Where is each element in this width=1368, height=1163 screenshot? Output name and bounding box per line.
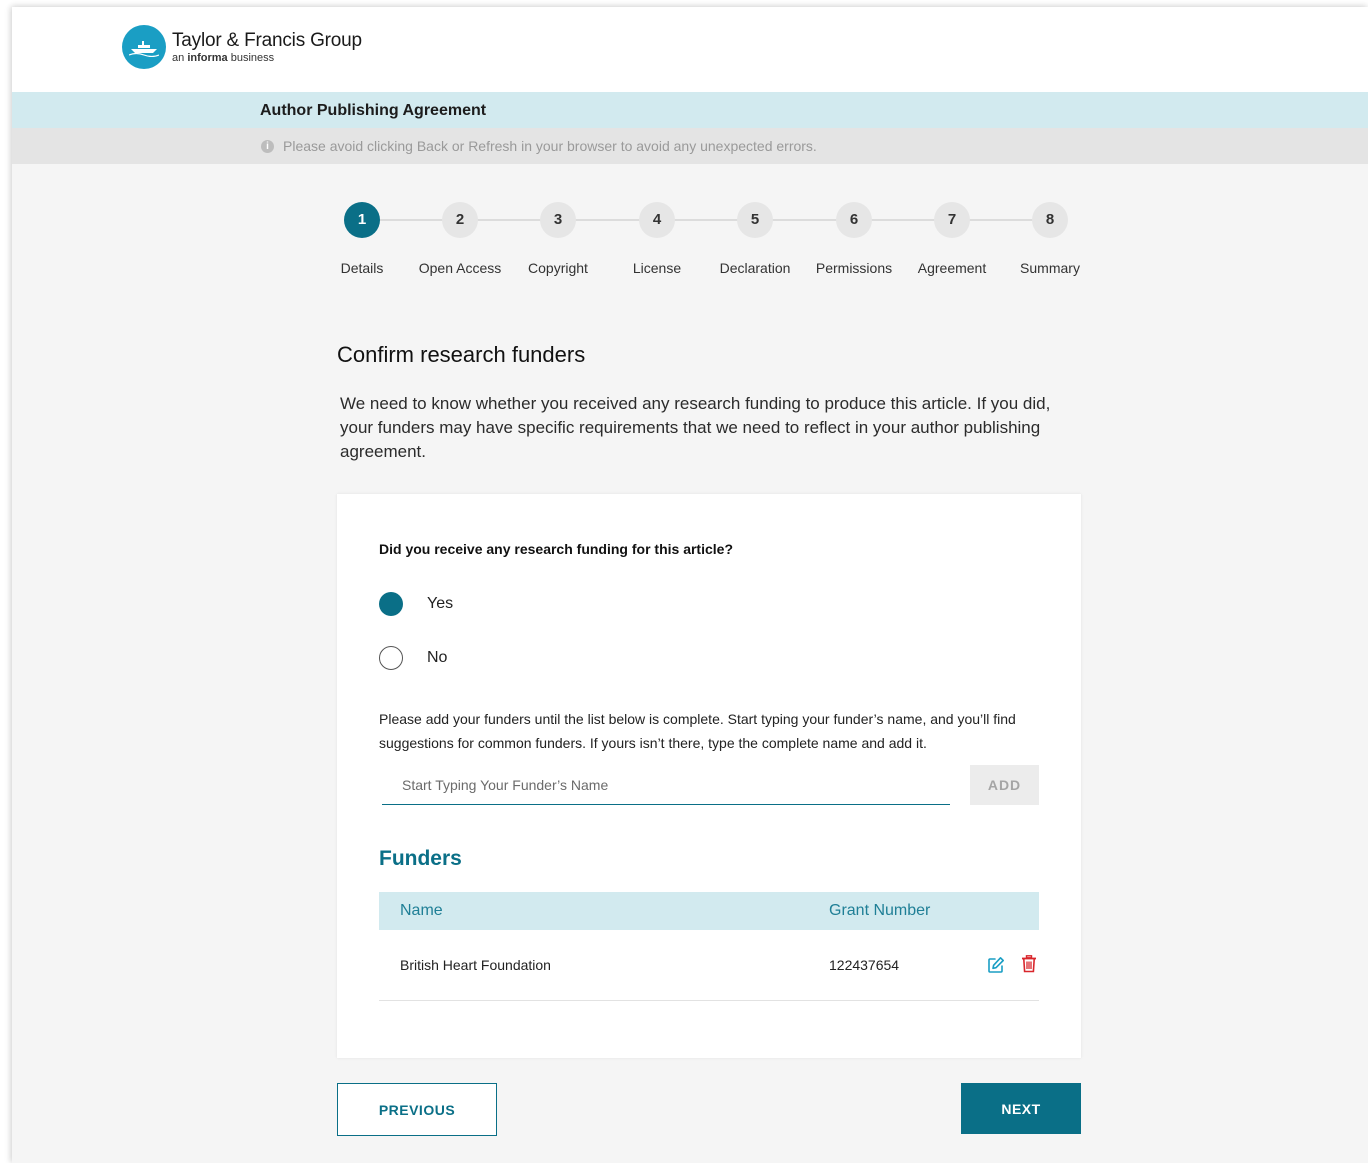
info-icon: i bbox=[261, 140, 274, 153]
funders-heading: Funders bbox=[379, 847, 462, 870]
column-header-grant: Grant Number bbox=[829, 902, 931, 919]
step-declaration[interactable]: 5 Declaration bbox=[705, 202, 805, 276]
step-number: 1 bbox=[344, 202, 380, 238]
brand-subtitle: an informa business bbox=[172, 51, 275, 64]
funder-name: British Heart Foundation bbox=[400, 957, 551, 973]
step-summary[interactable]: 8 Summary bbox=[1000, 202, 1100, 276]
brand-name: Taylor & Francis Group bbox=[172, 29, 362, 51]
funder-help-text: Please add your funders until the list b… bbox=[379, 711, 1016, 751]
table-row: British Heart Foundation 122437654 bbox=[379, 930, 1039, 1001]
radio-label: Yes bbox=[427, 595, 454, 612]
step-number: 2 bbox=[442, 202, 478, 238]
trash-icon[interactable] bbox=[1021, 955, 1037, 973]
funding-question: Did you receive any research funding for… bbox=[379, 541, 733, 557]
radio-label: No bbox=[427, 649, 448, 666]
step-open-access[interactable]: 2 Open Access bbox=[410, 202, 510, 276]
step-label: Declaration bbox=[719, 260, 791, 276]
section-heading: Confirm research funders bbox=[337, 342, 586, 367]
page-title: Author Publishing Agreement bbox=[260, 102, 487, 119]
step-label: Copyright bbox=[528, 260, 588, 276]
section-intro: We need to know whether you received any… bbox=[340, 394, 1051, 461]
step-number: 6 bbox=[836, 202, 872, 238]
previous-button[interactable]: PREVIOUS bbox=[337, 1083, 497, 1136]
radio-no[interactable]: No bbox=[379, 646, 447, 670]
column-header-name: Name bbox=[400, 902, 443, 919]
ship-icon bbox=[122, 25, 166, 69]
notice-bar: i Please avoid clicking Back or Refresh … bbox=[12, 128, 1368, 164]
step-agreement[interactable]: 7 Agreement bbox=[902, 202, 1002, 276]
step-label: Agreement bbox=[917, 260, 987, 276]
next-button[interactable]: NEXT bbox=[961, 1083, 1081, 1134]
step-number: 7 bbox=[934, 202, 970, 238]
site-header: Taylor & Francis Group an informa busine… bbox=[12, 7, 1368, 92]
page-title-bar: Author Publishing Agreement bbox=[12, 92, 1368, 128]
step-permissions[interactable]: 6 Permissions bbox=[804, 202, 904, 276]
edit-icon[interactable] bbox=[987, 956, 1005, 974]
app-window: Taylor & Francis Group an informa busine… bbox=[12, 7, 1368, 1163]
notice-text: Please avoid clicking Back or Refresh in… bbox=[283, 138, 817, 154]
radio-yes[interactable]: Yes bbox=[379, 592, 453, 616]
step-number: 8 bbox=[1032, 202, 1068, 238]
step-number: 3 bbox=[540, 202, 576, 238]
step-copyright[interactable]: 3 Copyright bbox=[508, 202, 608, 276]
step-license[interactable]: 4 License bbox=[607, 202, 707, 276]
funders-table-header: Name Grant Number bbox=[379, 892, 1039, 930]
radio-button-selected[interactable] bbox=[379, 592, 403, 616]
radio-button[interactable] bbox=[379, 646, 403, 670]
progress-stepper: 1 Details 2 Open Access 3 Copyright 4 Li… bbox=[332, 202, 1092, 292]
brand-logo[interactable]: Taylor & Francis Group an informa busine… bbox=[122, 25, 362, 69]
funding-card: Did you receive any research funding for… bbox=[337, 494, 1081, 1058]
step-label: Summary bbox=[1020, 260, 1080, 276]
add-funder-button[interactable]: ADD bbox=[970, 765, 1039, 805]
step-label: Details bbox=[340, 260, 384, 276]
step-label: License bbox=[632, 260, 682, 276]
step-number: 5 bbox=[737, 202, 773, 238]
step-label: Permissions bbox=[815, 260, 893, 276]
funder-search-input[interactable] bbox=[382, 766, 950, 805]
step-number: 4 bbox=[639, 202, 675, 238]
grant-number: 122437654 bbox=[829, 957, 900, 973]
step-details[interactable]: 1 Details bbox=[312, 202, 412, 276]
step-label: Open Access bbox=[418, 260, 502, 276]
